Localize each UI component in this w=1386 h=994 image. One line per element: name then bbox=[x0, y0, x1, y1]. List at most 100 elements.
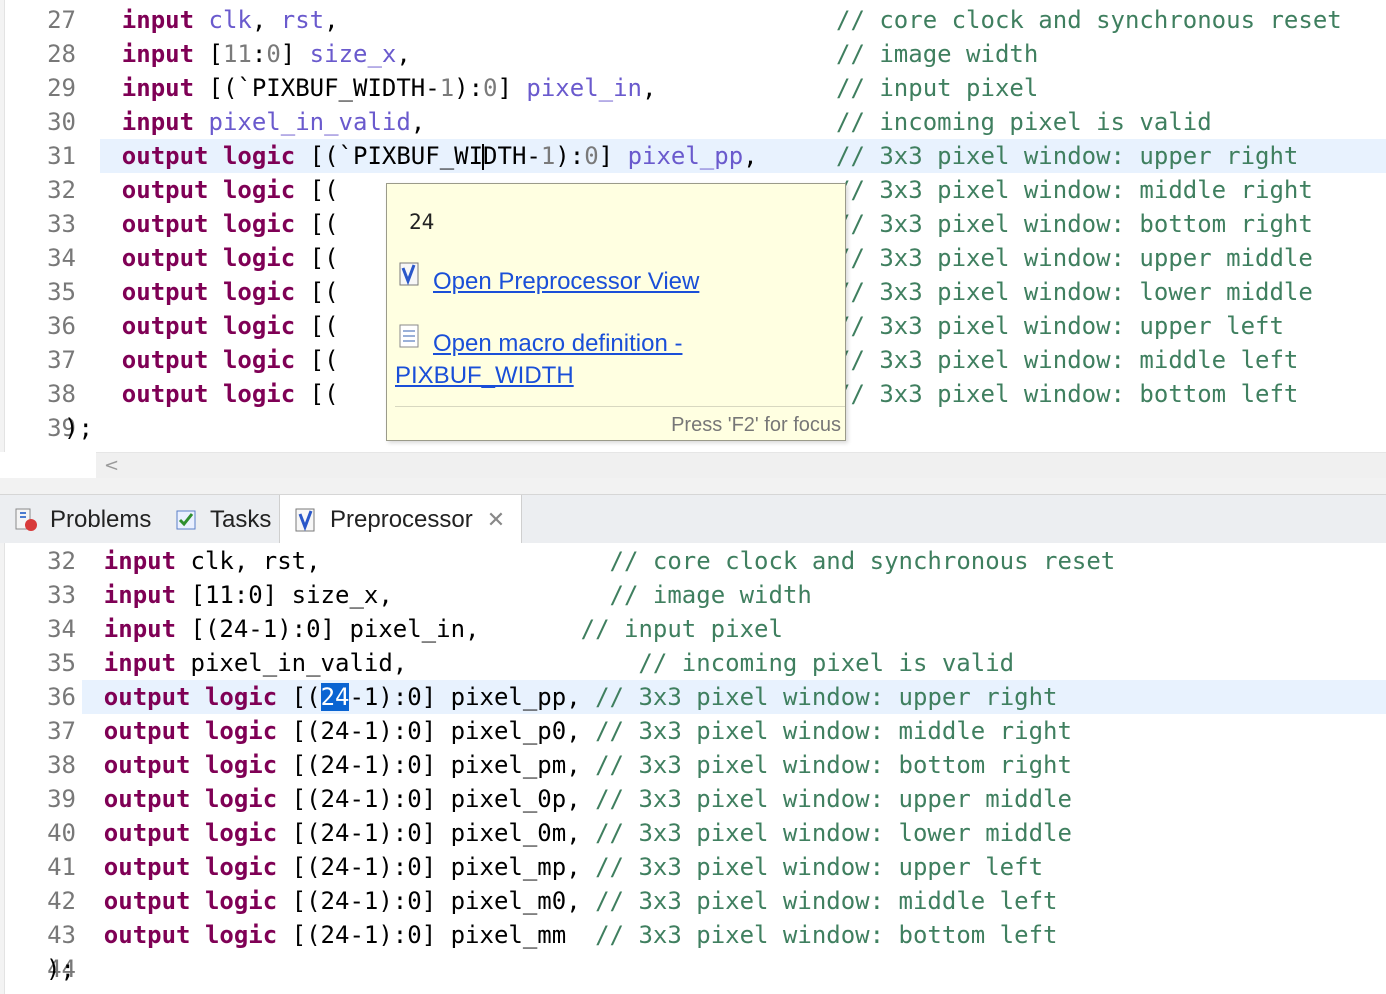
keyword: output bbox=[121, 244, 209, 272]
preprocessor-view[interactable]: 32 input clk, rst, // core clock and syn… bbox=[0, 543, 1386, 994]
keyword: input bbox=[103, 547, 177, 575]
identifier: pixel_in_valid bbox=[208, 108, 411, 136]
code-line[interactable]: 44); bbox=[0, 952, 1386, 986]
code-comment: // 3x3 pixel window: middle left bbox=[595, 887, 1058, 915]
keyword: logic bbox=[222, 346, 296, 374]
keyword: output bbox=[121, 142, 209, 170]
code-comment: // 3x3 pixel window: upper right bbox=[595, 683, 1058, 711]
keyword: logic bbox=[204, 887, 278, 915]
keyword: input bbox=[103, 649, 177, 677]
keyword: logic bbox=[204, 717, 278, 745]
keyword: output bbox=[103, 887, 191, 915]
macro-name-link[interactable]: PIXBUF_WIDTH bbox=[395, 362, 574, 390]
view-separator bbox=[0, 478, 1386, 494]
code-text: input [(`PIXBUF_WIDTH-1):0] pixel_in,// … bbox=[64, 71, 1039, 105]
preprocessor-icon bbox=[292, 506, 320, 534]
code-text: output logic [(24-1):0] pixel_mm // 3x3 … bbox=[103, 921, 1058, 949]
code-line[interactable]: 34 input [(24-1):0] pixel_in, // input p… bbox=[0, 612, 1386, 646]
file-icon bbox=[399, 324, 421, 350]
keyword: output bbox=[121, 312, 209, 340]
code-text: output logic [(// 3x3 pixel window: lowe… bbox=[64, 275, 1313, 309]
number-literal: 0 bbox=[266, 40, 281, 68]
code-text: input [11:0] size_x,// image width bbox=[64, 37, 1039, 71]
code-comment: // core clock and synchronous reset bbox=[836, 6, 1342, 34]
code-comment: // 3x3 pixel window: middle left bbox=[836, 346, 1299, 374]
keyword: input bbox=[121, 6, 195, 34]
keyword: logic bbox=[204, 853, 278, 881]
code-comment: // core clock and synchronous reset bbox=[609, 547, 1116, 575]
code-text: output logic [(// 3x3 pixel window: uppe… bbox=[64, 309, 1284, 343]
code-line[interactable]: 33 input [11:0] size_x, // image width bbox=[0, 578, 1386, 612]
code-line[interactable]: 31 output logic [(`PIXBUF_WIDTH-1):0] pi… bbox=[0, 139, 1386, 173]
open-preprocessor-view-link[interactable]: Open Preprocessor View bbox=[433, 268, 699, 296]
keyword: output bbox=[103, 717, 191, 745]
code-text: output logic [(// 3x3 pixel window: bott… bbox=[64, 207, 1313, 241]
code-text: output logic [(// 3x3 pixel window: midd… bbox=[64, 343, 1299, 377]
number-literal: 1 bbox=[540, 142, 556, 170]
code-comment: // input pixel bbox=[580, 615, 783, 643]
code-comment: // 3x3 pixel window: middle right bbox=[836, 176, 1313, 204]
keyword: logic bbox=[204, 683, 278, 711]
keyword: logic bbox=[222, 142, 296, 170]
keyword: logic bbox=[222, 278, 296, 306]
code-text: output logic [(// 3x3 pixel window: bott… bbox=[64, 377, 1299, 411]
code-line[interactable]: 38 output logic [(24-1):0] pixel_pm, // … bbox=[0, 748, 1386, 782]
code-line[interactable]: 28 input [11:0] size_x,// image width bbox=[0, 37, 1386, 71]
bottom-panel-tab-bar: Problems Tasks Preprocessor ✕ bbox=[0, 494, 1386, 545]
horizontal-scrollbar[interactable]: < bbox=[96, 452, 1386, 479]
code-text: output logic [(24-1):0] pixel_pm, // 3x3… bbox=[103, 751, 1072, 779]
close-icon[interactable]: ✕ bbox=[487, 507, 505, 533]
code-line[interactable]: 35 input pixel_in_valid, // incoming pix… bbox=[0, 646, 1386, 680]
code-comment: // 3x3 pixel window: middle right bbox=[595, 717, 1072, 745]
keyword: input bbox=[121, 108, 195, 136]
code-comment: // 3x3 pixel window: upper left bbox=[595, 853, 1044, 881]
identifier: size_x bbox=[309, 40, 397, 68]
identifier: rst bbox=[280, 6, 325, 34]
keyword: output bbox=[103, 921, 191, 949]
code-line[interactable]: 29 input [(`PIXBUF_WIDTH-1):0] pixel_in,… bbox=[0, 71, 1386, 105]
tab-problems[interactable]: Problems bbox=[12, 495, 151, 544]
tab-tasks[interactable]: Tasks bbox=[172, 495, 271, 544]
code-line[interactable]: 43 output logic [(24-1):0] pixel_mm // 3… bbox=[0, 918, 1386, 952]
keyword: logic bbox=[222, 380, 296, 408]
code-comment: // 3x3 pixel window: bottom right bbox=[836, 210, 1313, 238]
code-line[interactable]: 32 input clk, rst, // core clock and syn… bbox=[0, 544, 1386, 578]
code-line[interactable]: 37 output logic [(24-1):0] pixel_p0, // … bbox=[0, 714, 1386, 748]
keyword: output bbox=[103, 751, 191, 779]
keyword: logic bbox=[222, 176, 296, 204]
keyword: output bbox=[103, 819, 191, 847]
keyword: input bbox=[103, 581, 177, 609]
open-macro-definition-link[interactable]: Open macro definition - bbox=[433, 330, 682, 358]
code-comment: // 3x3 pixel window: bottom left bbox=[595, 921, 1058, 949]
number-literal: 1 bbox=[439, 74, 455, 102]
code-text: input clk, rst, // core clock and synchr… bbox=[103, 547, 1116, 575]
code-line[interactable]: 41 output logic [(24-1):0] pixel_mp, // … bbox=[0, 850, 1386, 884]
code-text: input pixel_in_valid, // incoming pixel … bbox=[103, 649, 1015, 677]
code-line[interactable]: 27 input clk, rst,// core clock and sync… bbox=[0, 3, 1386, 37]
keyword: output bbox=[121, 278, 209, 306]
code-comment: // input pixel bbox=[836, 74, 1039, 102]
code-text: output logic [(// 3x3 pixel window: midd… bbox=[64, 173, 1313, 207]
identifier: clk bbox=[208, 6, 252, 34]
keyword: logic bbox=[222, 244, 296, 272]
tab-preprocessor-label: Preprocessor bbox=[330, 506, 473, 533]
tab-problems-label: Problems bbox=[50, 505, 152, 533]
keyword: output bbox=[103, 785, 191, 813]
code-line[interactable]: 36 output logic [(24-1):0] pixel_pp, // … bbox=[0, 680, 1386, 714]
keyword: output bbox=[121, 380, 209, 408]
code-line[interactable]: 30 input pixel_in_valid,// incoming pixe… bbox=[0, 105, 1386, 139]
code-comment: // 3x3 pixel window: lower middle bbox=[836, 278, 1313, 306]
tab-preprocessor[interactable]: Preprocessor ✕ bbox=[279, 495, 523, 545]
code-line[interactable]: 40 output logic [(24-1):0] pixel_0m, // … bbox=[0, 816, 1386, 850]
code-line[interactable]: 39 output logic [(24-1):0] pixel_0p, // … bbox=[0, 782, 1386, 816]
popup-divider bbox=[395, 406, 845, 407]
text-cursor bbox=[482, 144, 485, 170]
code-text: ); bbox=[64, 414, 93, 442]
code-line[interactable]: 42 output logic [(24-1):0] pixel_m0, // … bbox=[0, 884, 1386, 918]
identifier: pixel_in bbox=[526, 74, 642, 102]
selected-text: 24 bbox=[320, 683, 350, 711]
scroll-left-arrow-icon[interactable]: < bbox=[104, 455, 119, 476]
code-comment: // incoming pixel is valid bbox=[836, 108, 1212, 136]
code-text: input [11:0] size_x, // image width bbox=[103, 581, 812, 609]
keyword: logic bbox=[222, 312, 296, 340]
